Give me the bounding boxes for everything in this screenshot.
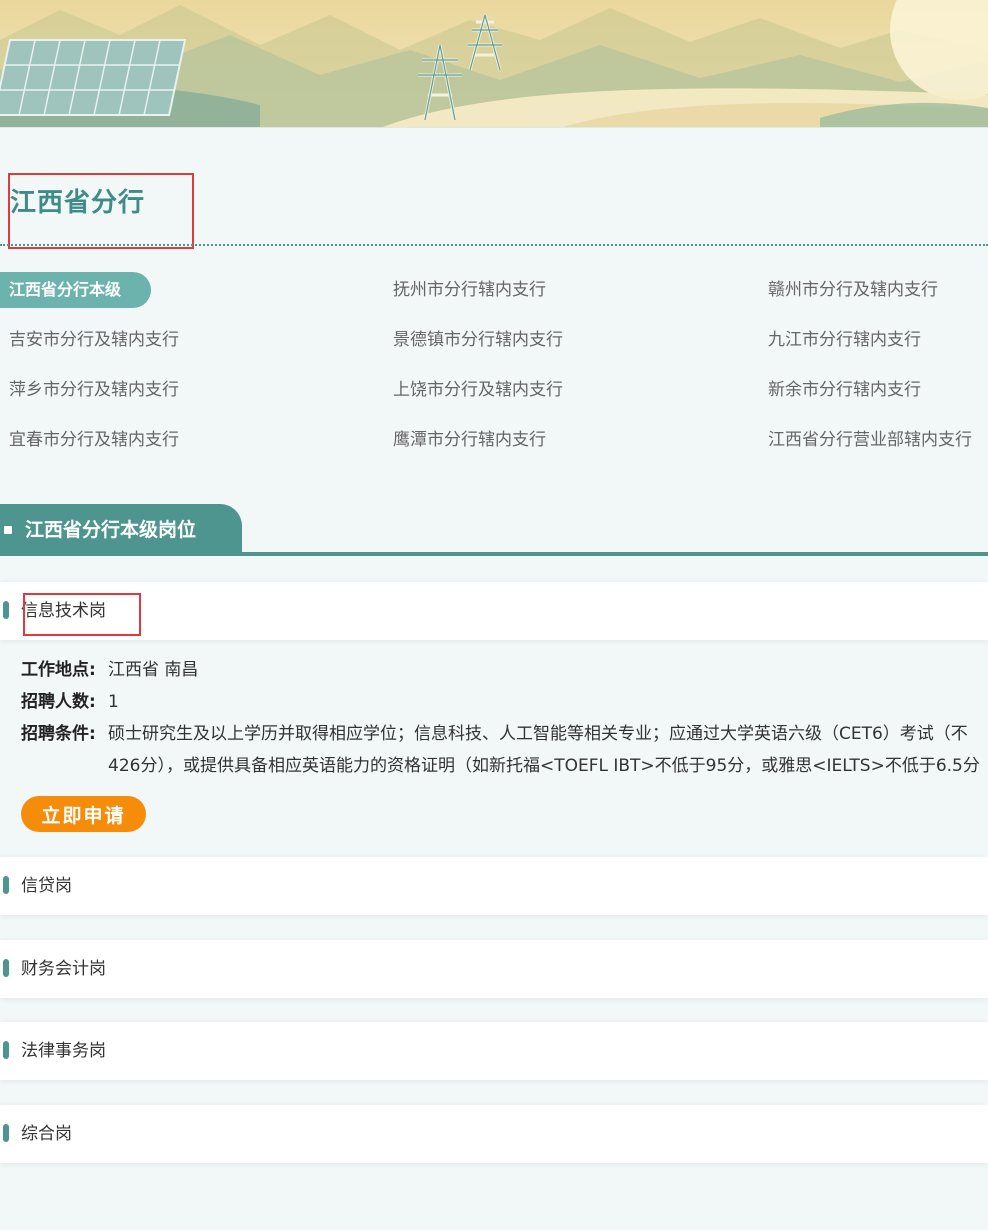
detail-location: 工作地点: 江西省 南昌 — [21, 654, 988, 686]
bullet-bar-icon — [3, 601, 9, 619]
branch-list: 江西省分行本级 抚州市分行辖内支行 赣州市分行及辖内支行 吉安市分行及辖内支行 … — [0, 272, 988, 472]
section-title-label: 江西省分行本级岗位 — [25, 519, 197, 541]
conditions-text-line2: 426分），或提供具备相应英语能力的资格证明（如新托福<TOEFL IBT>不低… — [108, 756, 980, 776]
branch-item-xinyu[interactable]: 新余市分行辖内支行 — [759, 372, 988, 422]
bullet-bar-icon — [3, 959, 9, 977]
branch-item-jingdezhen[interactable]: 景德镇市分行辖内支行 — [384, 322, 759, 372]
job-item-accounting[interactable]: 财务会计岗 — [0, 940, 988, 998]
branch-item-business-dept[interactable]: 江西省分行营业部辖内支行 — [759, 422, 988, 472]
header-banner — [0, 0, 988, 128]
branch-item-shangrao[interactable]: 上饶市分行及辖内支行 — [384, 372, 759, 422]
job-title: 法律事务岗 — [21, 1041, 106, 1061]
conditions-label: 招聘条件: — [21, 724, 96, 744]
location-value: 江西省 南昌 — [108, 660, 199, 680]
detail-conditions: 招聘条件: 硕士研究生及以上学历并取得相应学位；信息科技、人工智能等相关专业；应… — [21, 718, 988, 782]
branch-item-fuzhou[interactable]: 抚州市分行辖内支行 — [384, 272, 759, 322]
branch-item-jian[interactable]: 吉安市分行及辖内支行 — [0, 322, 384, 372]
branch-item-yichun[interactable]: 宜春市分行及辖内支行 — [0, 422, 384, 472]
branch-item-ganzhou[interactable]: 赣州市分行及辖内支行 — [759, 272, 988, 322]
bullet-bar-icon — [3, 1041, 9, 1059]
section-underline — [0, 552, 988, 556]
bullet-bar-icon — [3, 1124, 9, 1142]
job-item-credit[interactable]: 信贷岗 — [0, 857, 988, 915]
divider — [0, 244, 988, 246]
highlight-box-job — [23, 593, 141, 636]
job-title: 综合岗 — [21, 1124, 72, 1144]
detail-count: 招聘人数: 1 — [21, 686, 988, 718]
job-item-legal[interactable]: 法律事务岗 — [0, 1022, 988, 1080]
bullet-bar-icon — [3, 876, 9, 894]
count-value: 1 — [108, 692, 119, 712]
job-item-general[interactable]: 综合岗 — [0, 1105, 988, 1163]
job-title: 财务会计岗 — [21, 959, 106, 979]
highlight-box-title — [8, 173, 194, 249]
job-title: 信贷岗 — [21, 876, 72, 896]
landscape-illustration — [0, 0, 988, 127]
apply-button[interactable]: 立即申请 — [21, 796, 146, 832]
branch-item-provincial[interactable]: 江西省分行本级 — [0, 272, 151, 308]
branch-item-pingxiang[interactable]: 萍乡市分行及辖内支行 — [0, 372, 384, 422]
branch-item-yingtan[interactable]: 鹰潭市分行辖内支行 — [384, 422, 759, 472]
count-label: 招聘人数: — [21, 692, 96, 712]
square-bullet-icon — [4, 526, 12, 534]
job-item-it[interactable]: 信息技术岗 — [0, 582, 988, 640]
location-label: 工作地点: — [21, 660, 96, 680]
branch-item-jiujiang[interactable]: 九江市分行辖内支行 — [759, 322, 988, 372]
conditions-text-line1: 硕士研究生及以上学历并取得相应学位；信息科技、人工智能等相关专业；应通过大学英语… — [108, 724, 968, 744]
job-details: 工作地点: 江西省 南昌 招聘人数: 1 招聘条件: 硕士研究生及以上学历并取得… — [21, 654, 988, 782]
section-title: 江西省分行本级岗位 — [0, 504, 242, 554]
